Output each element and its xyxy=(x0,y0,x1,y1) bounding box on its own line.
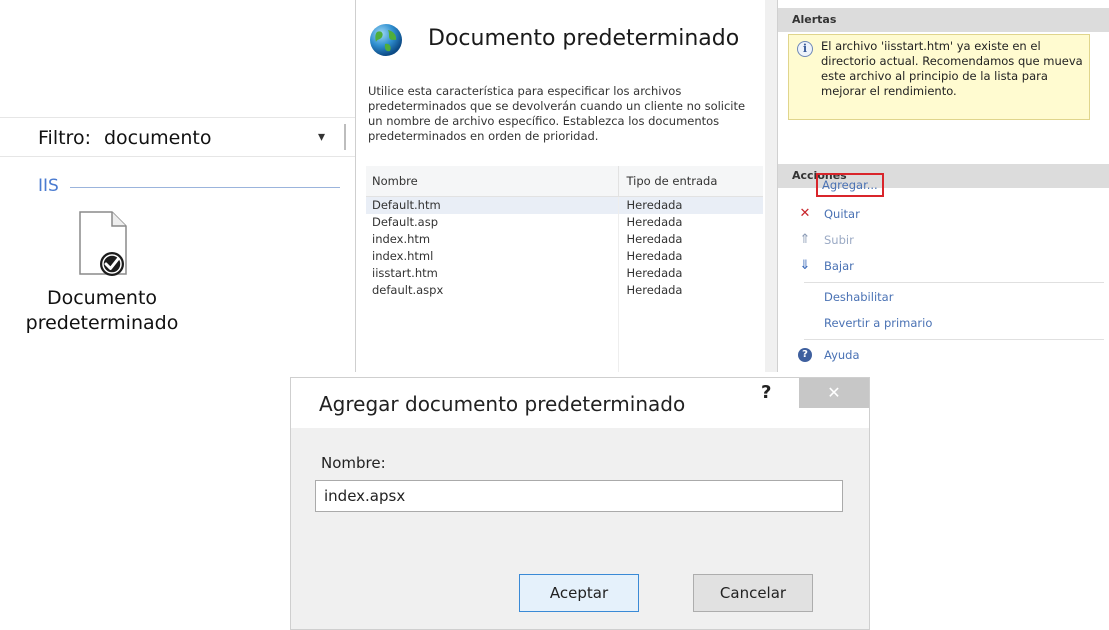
action-help-link[interactable]: Ayuda xyxy=(824,345,860,365)
empty-cell xyxy=(618,299,763,373)
arrow-down-icon: ⇓ xyxy=(799,258,811,273)
action-move-up-link[interactable]: Subir xyxy=(824,230,854,250)
filter-divider xyxy=(344,124,346,150)
remove-icon: ✕ xyxy=(799,206,811,221)
default-document-panel: Documento predeterminado Utilice esta ca… xyxy=(356,0,765,372)
name-field-label: Nombre: xyxy=(321,454,386,472)
accept-button[interactable]: Aceptar xyxy=(519,574,639,612)
cell-name: index.htm xyxy=(366,230,619,248)
actions-pane: Alertas i El archivo 'iisstart.htm' ya e… xyxy=(777,0,1109,372)
dialog-titlebar[interactable]: Agregar documento predeterminado ? ✕ xyxy=(291,378,869,428)
table-row[interactable]: index.htm Heredada xyxy=(366,230,763,248)
feature-group-iis: IIS xyxy=(0,176,355,200)
table-header-row: Nombre Tipo de entrada xyxy=(366,166,763,197)
column-header-name[interactable]: Nombre xyxy=(366,166,619,197)
empty-cell xyxy=(366,298,619,372)
dialog-title: Agregar documento predeterminado xyxy=(319,392,686,416)
close-icon[interactable]: ✕ xyxy=(799,378,869,408)
document-check-icon[interactable] xyxy=(76,210,130,280)
cancel-button[interactable]: Cancelar xyxy=(693,574,813,612)
action-move-up[interactable]: ⇑ Subir xyxy=(778,230,1109,250)
action-remove[interactable]: ✕ Quitar xyxy=(778,204,1109,224)
alert-text: El archivo 'iisstart.htm' ya existe en e… xyxy=(821,39,1083,98)
default-documents-table: Nombre Tipo de entrada Default.htm Hered… xyxy=(366,166,763,372)
action-add-link[interactable]: Agregar... xyxy=(816,173,884,197)
table-row[interactable]: Default.asp Heredada xyxy=(366,213,763,231)
action-revert-link[interactable]: Revertir a primario xyxy=(824,313,932,333)
cell-entry-type: Heredada xyxy=(626,265,683,280)
panel-divider xyxy=(765,0,777,372)
cell-entry-type: Heredada xyxy=(626,282,683,297)
filter-label: Filtro: xyxy=(38,127,91,149)
action-remove-link[interactable]: Quitar xyxy=(824,204,860,224)
filter-input[interactable]: documento xyxy=(104,127,212,149)
help-icon: ? xyxy=(798,348,812,362)
page-title: Documento predeterminado xyxy=(428,26,740,51)
action-disable[interactable]: Deshabilitar xyxy=(778,287,1109,307)
table-row[interactable]: iisstart.htm Heredada xyxy=(366,264,763,282)
name-field[interactable] xyxy=(315,480,843,512)
globe-icon xyxy=(370,24,402,56)
group-label: IIS xyxy=(38,176,59,196)
features-view-panel: Filtro: documento ▾ IIS Documento predet… xyxy=(0,0,355,372)
alerts-header[interactable]: Alertas xyxy=(778,8,1109,32)
cell-entry-type: Heredada xyxy=(626,248,683,263)
group-divider xyxy=(70,187,340,188)
cell-entry-type: Heredada xyxy=(626,214,683,229)
column-header-entry-type[interactable]: Tipo de entrada xyxy=(618,166,763,197)
help-icon[interactable]: ? xyxy=(761,382,771,403)
action-add[interactable]: Agregar... xyxy=(778,173,1109,197)
cell-name: index.html xyxy=(366,247,619,265)
action-disable-link[interactable]: Deshabilitar xyxy=(824,287,893,307)
alert-box: i El archivo 'iisstart.htm' ya existe en… xyxy=(788,34,1090,120)
cell-entry-type: Heredada xyxy=(626,231,683,246)
feature-description: Utilice esta característica para especif… xyxy=(368,84,746,143)
filter-bar: Filtro: documento ▾ xyxy=(0,117,355,157)
cell-entry-type: Heredada xyxy=(618,196,763,214)
actions-divider xyxy=(804,339,1104,340)
action-move-down[interactable]: ⇓ Bajar xyxy=(778,256,1109,276)
table-row[interactable]: index.html Heredada xyxy=(366,247,763,265)
add-default-document-dialog: Agregar documento predeterminado ? ✕ Nom… xyxy=(290,377,870,630)
cell-name: Default.htm xyxy=(366,196,619,214)
action-move-down-link[interactable]: Bajar xyxy=(824,256,854,276)
cell-name: iisstart.htm xyxy=(366,264,619,282)
actions-divider xyxy=(804,282,1104,283)
cell-name: Default.asp xyxy=(366,213,619,231)
table-row[interactable]: default.aspx Heredada xyxy=(366,281,763,299)
action-revert-to-parent[interactable]: Revertir a primario xyxy=(778,313,1109,333)
arrow-up-icon: ⇑ xyxy=(799,232,811,247)
info-icon: i xyxy=(797,41,813,57)
feature-label-default-document[interactable]: Documento predeterminado xyxy=(4,286,200,336)
table-row[interactable]: Default.htm Heredada xyxy=(366,196,763,214)
cell-name: default.aspx xyxy=(366,281,619,299)
action-help[interactable]: ? Ayuda xyxy=(778,345,1109,365)
chevron-down-icon[interactable]: ▾ xyxy=(318,129,325,145)
table-filler-row xyxy=(366,298,763,373)
